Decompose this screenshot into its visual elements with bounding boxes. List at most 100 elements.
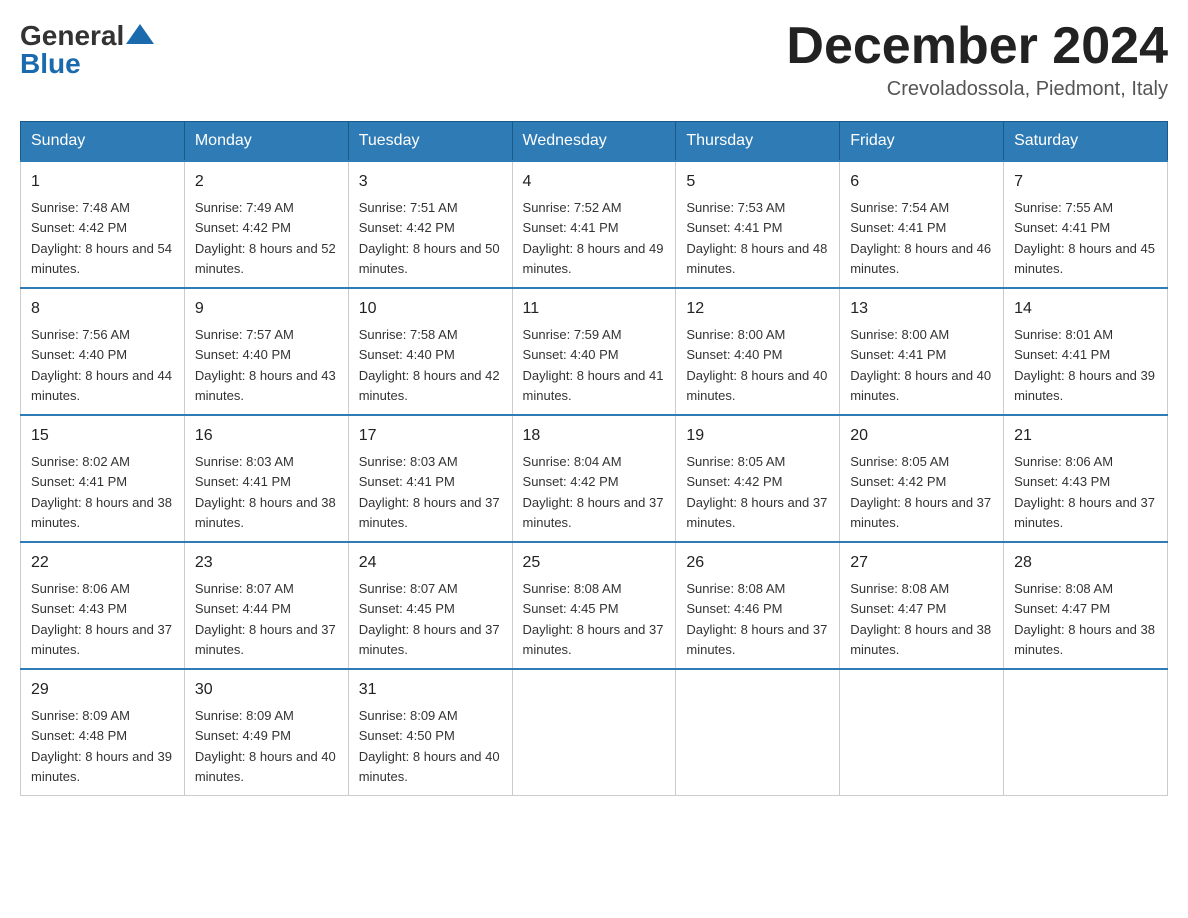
day-number: 29 xyxy=(31,678,174,702)
calendar-cell: 6Sunrise: 7:54 AMSunset: 4:41 PMDaylight… xyxy=(840,161,1004,288)
day-number: 2 xyxy=(195,170,338,194)
calendar-week-row: 8Sunrise: 7:56 AMSunset: 4:40 PMDaylight… xyxy=(21,288,1168,415)
day-number: 3 xyxy=(359,170,502,194)
calendar-cell: 3Sunrise: 7:51 AMSunset: 4:42 PMDaylight… xyxy=(348,161,512,288)
day-number: 11 xyxy=(523,297,666,321)
calendar-cell: 26 Sunrise: 8:08 AMSunset: 4:46 PMDayligh… xyxy=(676,542,840,669)
day-number: 27 xyxy=(850,551,993,575)
day-info: Sunrise: 8:03 AMSunset: 4:41 PMDaylight:… xyxy=(359,454,500,530)
day-number: 4 xyxy=(523,170,666,194)
calendar-cell: 11 Sunrise: 7:59 AMSunset: 4:40 PMDayligh… xyxy=(512,288,676,415)
calendar-table: SundayMondayTuesdayWednesdayThursdayFrid… xyxy=(20,121,1168,796)
title-section: December 2024 Crevoladossola, Piedmont, … xyxy=(786,20,1168,101)
day-number: 12 xyxy=(686,297,829,321)
calendar-cell: 28 Sunrise: 8:08 AMSunset: 4:47 PMDayligh… xyxy=(1004,542,1168,669)
day-info: Sunrise: 7:48 AMSunset: 4:42 PMDaylight:… xyxy=(31,200,172,276)
calendar-cell: 25 Sunrise: 8:08 AMSunset: 4:45 PMDayligh… xyxy=(512,542,676,669)
calendar-cell: 18Sunrise: 8:04 AMSunset: 4:42 PMDayligh… xyxy=(512,415,676,542)
day-number: 1 xyxy=(31,170,174,194)
day-info: Sunrise: 8:07 AMSunset: 4:44 PMDaylight:… xyxy=(195,581,336,657)
calendar-cell: 31 Sunrise: 8:09 AMSunset: 4:50 PMDayligh… xyxy=(348,669,512,796)
calendar-cell: 15 Sunrise: 8:02 AMSunset: 4:41 PMDayligh… xyxy=(21,415,185,542)
day-info: Sunrise: 8:09 AMSunset: 4:50 PMDaylight:… xyxy=(359,708,500,784)
day-info: Sunrise: 8:00 AMSunset: 4:40 PMDaylight:… xyxy=(686,327,827,403)
logo: General Blue xyxy=(20,20,156,80)
calendar-week-row: 1 Sunrise: 7:48 AMSunset: 4:42 PMDaylight… xyxy=(21,161,1168,288)
day-info: Sunrise: 7:55 AMSunset: 4:41 PMDaylight:… xyxy=(1014,200,1155,276)
calendar-cell: 2Sunrise: 7:49 AMSunset: 4:42 PMDaylight… xyxy=(184,161,348,288)
day-number: 19 xyxy=(686,424,829,448)
calendar-cell: 16 Sunrise: 8:03 AMSunset: 4:41 PMDayligh… xyxy=(184,415,348,542)
day-number: 22 xyxy=(31,551,174,575)
day-info: Sunrise: 8:06 AMSunset: 4:43 PMDaylight:… xyxy=(31,581,172,657)
day-info: Sunrise: 8:06 AMSunset: 4:43 PMDaylight:… xyxy=(1014,454,1155,530)
day-info: Sunrise: 8:05 AMSunset: 4:42 PMDaylight:… xyxy=(686,454,827,530)
day-number: 9 xyxy=(195,297,338,321)
day-number: 17 xyxy=(359,424,502,448)
calendar-cell: 27 Sunrise: 8:08 AMSunset: 4:47 PMDayligh… xyxy=(840,542,1004,669)
calendar-cell: 5 Sunrise: 7:53 AMSunset: 4:41 PMDaylight… xyxy=(676,161,840,288)
day-info: Sunrise: 8:08 AMSunset: 4:46 PMDaylight:… xyxy=(686,581,827,657)
day-info: Sunrise: 8:08 AMSunset: 4:45 PMDaylight:… xyxy=(523,581,664,657)
column-header-tuesday: Tuesday xyxy=(348,122,512,162)
day-info: Sunrise: 8:07 AMSunset: 4:45 PMDaylight:… xyxy=(359,581,500,657)
calendar-cell: 30Sunrise: 8:09 AMSunset: 4:49 PMDayligh… xyxy=(184,669,348,796)
calendar-header-row: SundayMondayTuesdayWednesdayThursdayFrid… xyxy=(21,122,1168,162)
calendar-cell xyxy=(1004,669,1168,796)
column-header-sunday: Sunday xyxy=(21,122,185,162)
day-number: 20 xyxy=(850,424,993,448)
day-number: 21 xyxy=(1014,424,1157,448)
day-info: Sunrise: 8:04 AMSunset: 4:42 PMDaylight:… xyxy=(523,454,664,530)
day-info: Sunrise: 7:57 AMSunset: 4:40 PMDaylight:… xyxy=(195,327,336,403)
calendar-week-row: 22 Sunrise: 8:06 AMSunset: 4:43 PMDayligh… xyxy=(21,542,1168,669)
calendar-cell: 13Sunrise: 8:00 AMSunset: 4:41 PMDayligh… xyxy=(840,288,1004,415)
day-info: Sunrise: 7:56 AMSunset: 4:40 PMDaylight:… xyxy=(31,327,172,403)
day-number: 30 xyxy=(195,678,338,702)
day-info: Sunrise: 7:59 AMSunset: 4:40 PMDaylight:… xyxy=(523,327,664,403)
logo-blue-text: Blue xyxy=(20,48,81,80)
day-number: 15 xyxy=(31,424,174,448)
month-title: December 2024 xyxy=(786,20,1168,72)
page-header: General Blue December 2024 Crevoladossol… xyxy=(20,20,1168,101)
calendar-cell: 7 Sunrise: 7:55 AMSunset: 4:41 PMDaylight… xyxy=(1004,161,1168,288)
day-info: Sunrise: 7:53 AMSunset: 4:41 PMDaylight:… xyxy=(686,200,827,276)
day-number: 16 xyxy=(195,424,338,448)
day-number: 26 xyxy=(686,551,829,575)
day-info: Sunrise: 8:03 AMSunset: 4:41 PMDaylight:… xyxy=(195,454,336,530)
calendar-cell: 24 Sunrise: 8:07 AMSunset: 4:45 PMDayligh… xyxy=(348,542,512,669)
column-header-monday: Monday xyxy=(184,122,348,162)
day-info: Sunrise: 8:08 AMSunset: 4:47 PMDaylight:… xyxy=(1014,581,1155,657)
calendar-week-row: 15 Sunrise: 8:02 AMSunset: 4:41 PMDayligh… xyxy=(21,415,1168,542)
day-number: 23 xyxy=(195,551,338,575)
day-number: 5 xyxy=(686,170,829,194)
day-info: Sunrise: 8:05 AMSunset: 4:42 PMDaylight:… xyxy=(850,454,991,530)
calendar-cell xyxy=(676,669,840,796)
calendar-cell: 12 Sunrise: 8:00 AMSunset: 4:40 PMDayligh… xyxy=(676,288,840,415)
day-number: 31 xyxy=(359,678,502,702)
day-number: 7 xyxy=(1014,170,1157,194)
calendar-cell xyxy=(512,669,676,796)
calendar-cell: 20 Sunrise: 8:05 AMSunset: 4:42 PMDayligh… xyxy=(840,415,1004,542)
day-number: 10 xyxy=(359,297,502,321)
logo-triangle-icon xyxy=(126,24,154,44)
calendar-cell: 29Sunrise: 8:09 AMSunset: 4:48 PMDayligh… xyxy=(21,669,185,796)
calendar-cell: 17 Sunrise: 8:03 AMSunset: 4:41 PMDayligh… xyxy=(348,415,512,542)
day-info: Sunrise: 8:02 AMSunset: 4:41 PMDaylight:… xyxy=(31,454,172,530)
day-info: Sunrise: 8:08 AMSunset: 4:47 PMDaylight:… xyxy=(850,581,991,657)
calendar-cell: 8Sunrise: 7:56 AMSunset: 4:40 PMDaylight… xyxy=(21,288,185,415)
calendar-cell: 10Sunrise: 7:58 AMSunset: 4:40 PMDayligh… xyxy=(348,288,512,415)
day-info: Sunrise: 8:00 AMSunset: 4:41 PMDaylight:… xyxy=(850,327,991,403)
day-number: 24 xyxy=(359,551,502,575)
calendar-cell: 14 Sunrise: 8:01 AMSunset: 4:41 PMDayligh… xyxy=(1004,288,1168,415)
calendar-cell: 19 Sunrise: 8:05 AMSunset: 4:42 PMDayligh… xyxy=(676,415,840,542)
column-header-saturday: Saturday xyxy=(1004,122,1168,162)
day-number: 14 xyxy=(1014,297,1157,321)
day-number: 25 xyxy=(523,551,666,575)
day-info: Sunrise: 8:01 AMSunset: 4:41 PMDaylight:… xyxy=(1014,327,1155,403)
calendar-cell: 1 Sunrise: 7:48 AMSunset: 4:42 PMDaylight… xyxy=(21,161,185,288)
day-number: 6 xyxy=(850,170,993,194)
day-number: 28 xyxy=(1014,551,1157,575)
calendar-week-row: 29Sunrise: 8:09 AMSunset: 4:48 PMDayligh… xyxy=(21,669,1168,796)
calendar-cell: 9 Sunrise: 7:57 AMSunset: 4:40 PMDaylight… xyxy=(184,288,348,415)
calendar-cell: 21 Sunrise: 8:06 AMSunset: 4:43 PMDayligh… xyxy=(1004,415,1168,542)
